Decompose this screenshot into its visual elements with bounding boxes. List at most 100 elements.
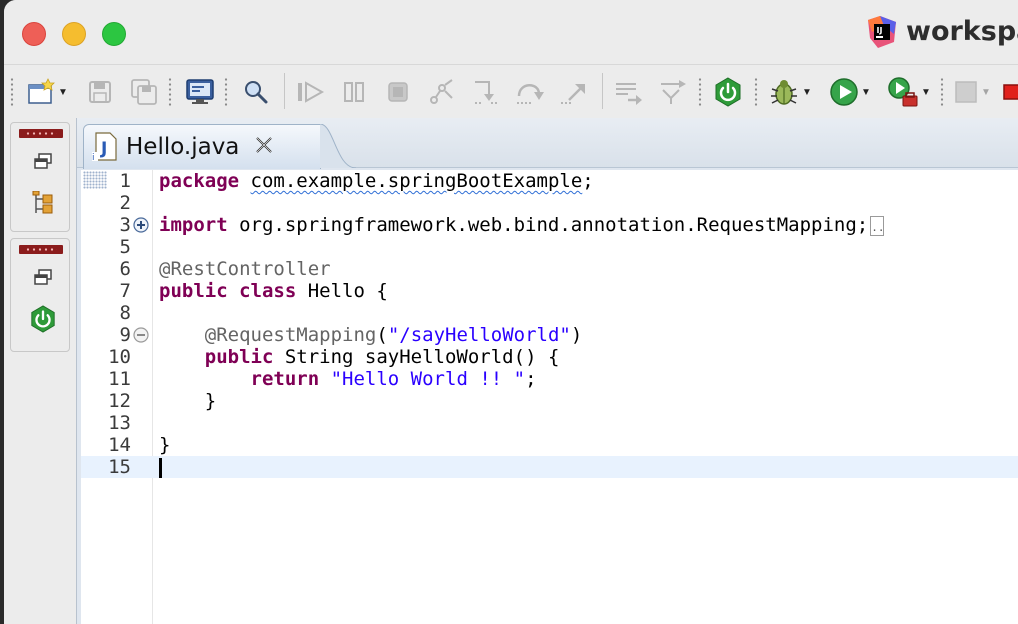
code-line[interactable]: 15 [81, 456, 1018, 478]
restore-view-button[interactable] [31, 267, 55, 291]
code-line[interactable]: 1 package com.example.springBootExample; [81, 170, 1018, 192]
save-all-button[interactable] [126, 73, 162, 111]
restore-stack-handle[interactable] [19, 245, 63, 254]
toolbar-grip[interactable] [698, 77, 702, 107]
line-number: 15 [108, 456, 131, 478]
left-trim-stack [8, 120, 70, 624]
folded-region-marker[interactable]: .. [870, 215, 884, 236]
code-line[interactable]: 6 @RestController [81, 258, 1018, 280]
external-tools-button[interactable]: ▼ [880, 73, 938, 111]
toolbar-grip[interactable] [940, 77, 944, 107]
code-text[interactable]: @RestController [159, 258, 331, 280]
resume-icon [295, 80, 325, 104]
svg-text:IJ: IJ [877, 26, 883, 35]
hierarchy-icon [32, 190, 54, 220]
search-button[interactable] [236, 73, 276, 111]
step-over-button[interactable] [510, 73, 550, 111]
debug-button[interactable]: ▼ [762, 73, 818, 111]
restore-view-button[interactable] [31, 151, 55, 175]
code-line[interactable]: 10 public String sayHelloWorld() { [81, 346, 1018, 368]
drop-to-frame-button[interactable] [608, 73, 650, 111]
editor-tab-hello-java[interactable]: Ji Hello.java [83, 124, 321, 169]
external-tools-dropdown-icon[interactable]: ▼ [921, 87, 931, 98]
coverage-dropdown-icon[interactable]: ▼ [981, 87, 991, 98]
coverage-icon [953, 79, 979, 105]
line-number: 11 [108, 368, 131, 390]
step-into-button[interactable] [466, 73, 506, 111]
expand-fold-icon[interactable] [133, 217, 149, 233]
close-window-button[interactable] [22, 22, 46, 46]
close-tab-button[interactable] [253, 136, 275, 158]
coverage-button[interactable]: ▼ [946, 73, 998, 111]
code-editor[interactable]: 1 package com.example.springBootExample; 2… [81, 170, 1018, 624]
save-all-icon [130, 78, 158, 106]
boot-dashboard-view-button[interactable] [31, 304, 55, 333]
step-return-button[interactable] [554, 73, 594, 111]
new-wizard-dropdown-icon[interactable]: ▼ [58, 87, 68, 98]
code-lines[interactable]: 1 package com.example.springBootExample; 2… [81, 170, 1018, 478]
code-line[interactable]: 9 @RequestMapping("/sayHelloWorld") [81, 324, 1018, 346]
resume-button[interactable] [290, 73, 330, 111]
code-text[interactable]: public String sayHelloWorld() { [159, 346, 560, 368]
code-line[interactable]: 5 [81, 236, 1018, 258]
code-token: ) [570, 324, 583, 346]
restore-stack-handle[interactable] [19, 129, 63, 138]
disconnect-button[interactable] [422, 73, 462, 111]
code-line[interactable]: 7 public class Hello { [81, 280, 1018, 302]
code-line[interactable]: 3 import org.springframework.web.bind.ann… [81, 214, 1018, 236]
app-logo-icon: IJ [866, 16, 898, 48]
line-number: 9 [119, 324, 131, 346]
code-text[interactable]: package com.example.springBootExample; [159, 170, 594, 192]
monitor-icon [185, 78, 215, 106]
line-number: 5 [119, 236, 131, 258]
toolbar-grip[interactable] [754, 77, 758, 107]
run-dropdown-icon[interactable]: ▼ [861, 87, 871, 98]
collapse-fold-icon[interactable] [133, 327, 149, 343]
suspend-button[interactable] [334, 73, 374, 111]
run-button[interactable]: ▼ [822, 73, 878, 111]
line-number: 7 [119, 280, 131, 302]
code-text[interactable]: public class Hello { [159, 280, 388, 302]
restore-icon [34, 268, 52, 290]
code-token: org.springframework.web.bind.annotation.… [227, 214, 869, 236]
code-text[interactable]: } [159, 390, 216, 412]
stop-button[interactable] [1002, 73, 1018, 111]
open-console-button[interactable] [180, 73, 220, 111]
code-text[interactable]: @RequestMapping("/sayHelloWorld") [159, 324, 583, 346]
step-filters-icon [657, 78, 689, 106]
tab-edge [320, 124, 356, 168]
spring-boot-dashboard-button[interactable] [708, 73, 748, 111]
code-line[interactable]: 14} [81, 434, 1018, 456]
new-wizard-button[interactable]: ▼ [20, 73, 74, 111]
stop-icon [1002, 82, 1018, 102]
code-text[interactable]: return "Hello World !! "; [159, 368, 537, 390]
string-token: "/sayHelloWorld" [387, 324, 571, 346]
code-line[interactable]: 11 return "Hello World !! "; [81, 368, 1018, 390]
code-line[interactable]: 8 [81, 302, 1018, 324]
toolbar-grip[interactable] [10, 77, 14, 107]
toolbar-grip[interactable] [224, 77, 228, 107]
zoom-window-button[interactable] [102, 22, 126, 46]
editor-tab-label: Hello.java [126, 134, 240, 160]
line-number: 10 [108, 346, 131, 368]
save-button[interactable] [82, 73, 118, 111]
toolbar-grip[interactable] [168, 77, 172, 107]
step-filters-button[interactable] [652, 73, 694, 111]
package-explorer-button[interactable] [31, 190, 55, 220]
svg-text:i: i [92, 153, 95, 162]
minimize-window-button[interactable] [62, 22, 86, 46]
debug-dropdown-icon[interactable]: ▼ [802, 87, 812, 98]
code-text[interactable]: import org.springframework.web.bind.anno… [159, 214, 884, 236]
keyword-token: public [159, 280, 228, 302]
minimized-view-stack [10, 238, 70, 352]
save-icon [87, 79, 113, 105]
main-toolbar: ▼ ▼ ▼ ▼ ▼ [4, 64, 1018, 118]
code-line[interactable]: 13 [81, 412, 1018, 434]
code-line[interactable]: 2 [81, 192, 1018, 214]
terminate-button[interactable] [378, 73, 418, 111]
code-text[interactable]: } [159, 434, 170, 456]
restore-icon [34, 152, 52, 174]
code-text[interactable] [159, 456, 162, 478]
code-line[interactable]: 12 } [81, 390, 1018, 412]
